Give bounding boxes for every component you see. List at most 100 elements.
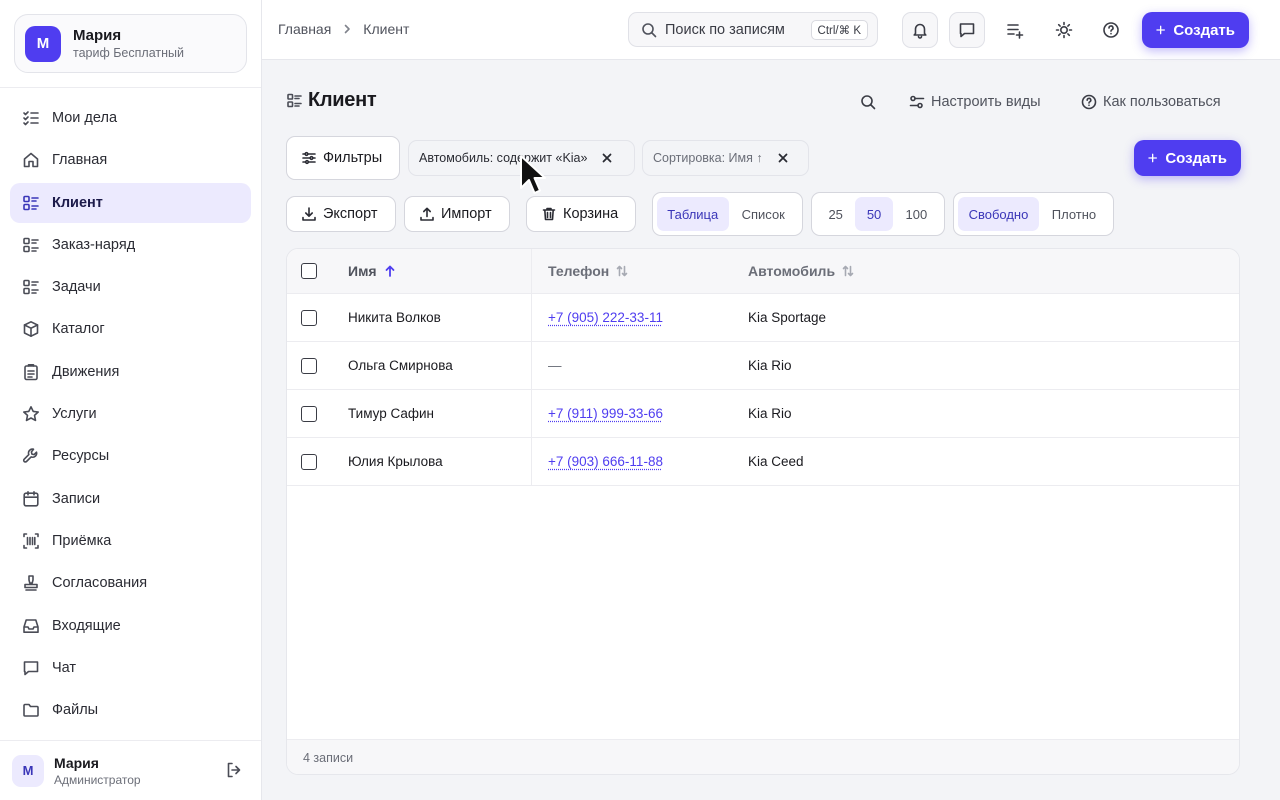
clipboard-icon — [24, 363, 38, 381]
create-record-button[interactable]: Создать — [1134, 140, 1241, 176]
sidebar-item-label: Файлы — [52, 702, 99, 719]
stamp-icon — [24, 575, 38, 592]
column-header-name[interactable]: Имя — [348, 263, 397, 279]
sidebar-item-chat[interactable]: Чат — [10, 648, 251, 688]
select-all-checkbox[interactable] — [301, 263, 317, 279]
sort-ascending-icon — [385, 265, 394, 277]
import-label: Импорт — [441, 206, 492, 222]
list-icon — [23, 237, 39, 253]
create-button-label: Создать — [1173, 21, 1235, 39]
page-size-25[interactable]: 25 — [816, 197, 855, 231]
table-row[interactable]: Тимур Сафин +7 (911) 999-33-66 Kia Rio — [287, 390, 1239, 438]
close-icon[interactable] — [601, 152, 613, 164]
column-header-phone[interactable]: Телефон — [548, 263, 629, 279]
export-label: Экспорт — [323, 206, 378, 222]
view-mode-table[interactable]: Таблица — [657, 197, 729, 231]
help-icon — [1103, 22, 1119, 38]
messages-button[interactable] — [949, 12, 985, 48]
how-to-use-label: Как пользоваться — [1103, 94, 1221, 110]
row-checkbox[interactable] — [301, 454, 317, 470]
notifications-button[interactable] — [902, 12, 938, 48]
sidebar-item-catalog[interactable]: Каталог — [10, 309, 251, 349]
trash-button[interactable]: Корзина — [526, 196, 636, 232]
avatar[interactable]: М — [12, 754, 44, 787]
sort-chip[interactable]: Сортировка: Имя ↑ — [642, 140, 809, 176]
import-button[interactable]: Импорт — [404, 196, 510, 232]
table-row[interactable]: Ольга Смирнова — Kia Rio — [287, 342, 1239, 390]
table-footer: 4 записи — [287, 739, 1239, 774]
help-button[interactable] — [1093, 12, 1129, 48]
search-input[interactable] — [665, 21, 797, 38]
sidebar-item-inbox[interactable]: Входящие — [10, 606, 251, 646]
table-row[interactable]: Юлия Крылова +7 (903) 666-11-88 Kia Ceed — [287, 438, 1239, 486]
cell-phone-link[interactable]: +7 (905) 222-33-11 — [548, 310, 663, 325]
global-search[interactable]: Ctrl/⌘ K — [628, 12, 878, 47]
sidebar-item-resources[interactable]: Ресурсы — [10, 436, 251, 476]
sidebar-item-work-order[interactable]: Заказ-наряд — [10, 225, 251, 265]
sidebar-item-tasks[interactable]: Задачи — [10, 267, 251, 307]
sidebar-item-movements[interactable]: Движения — [10, 352, 251, 392]
row-checkbox[interactable] — [301, 406, 317, 422]
sidebar-item-services[interactable]: Услуги — [10, 394, 251, 434]
row-checkbox[interactable] — [301, 358, 317, 374]
table-row[interactable]: Никита Волков +7 (905) 222-33-11 Kia Spo… — [287, 294, 1239, 342]
sidebar-item-label: Входящие — [52, 617, 121, 634]
create-button[interactable]: Создать — [1142, 12, 1249, 48]
chat-icon — [23, 661, 39, 676]
breadcrumb-home[interactable]: Главная — [278, 21, 331, 37]
cell-phone-empty: — — [548, 358, 562, 373]
workspace-avatar: М — [25, 25, 61, 62]
page-search-button[interactable] — [860, 90, 876, 114]
cell-phone-link[interactable]: +7 (911) 999-33-66 — [548, 406, 663, 421]
cell-name: Тимур Сафин — [348, 406, 434, 421]
sidebar-item-appointments[interactable]: Записи — [10, 479, 251, 519]
home-icon — [23, 152, 39, 168]
sidebar-item-label: Главная — [52, 152, 108, 169]
sidebar-item-reception[interactable]: Приёмка — [10, 521, 251, 561]
help-icon — [1081, 94, 1097, 110]
filters-button-label: Фильтры — [323, 150, 383, 166]
list-icon — [23, 279, 39, 295]
workspace-switcher[interactable]: М Мария тариф Бесплатный — [14, 14, 247, 73]
sort-chip-label: Сортировка: Имя ↑ — [653, 151, 763, 165]
page-size-50[interactable]: 50 — [855, 197, 893, 231]
sidebar-item-client[interactable]: Клиент — [10, 182, 251, 223]
sidebar-item-home[interactable]: Главная — [10, 140, 251, 180]
page-size-100[interactable]: 100 — [893, 197, 940, 231]
row-checkbox[interactable] — [301, 310, 317, 326]
cell-car: Kia Sportage — [748, 310, 827, 325]
view-mode-list[interactable]: Список — [729, 197, 799, 231]
density-comfortable[interactable]: Свободно — [958, 197, 1039, 231]
how-to-use-button[interactable]: Как пользоваться — [1081, 90, 1221, 114]
client-table: Имя Телефон Автомобиль Никита Волков +7 … — [286, 248, 1240, 775]
configure-views-button[interactable]: Настроить виды — [909, 90, 1041, 114]
breadcrumb: Главная Клиент — [278, 21, 409, 37]
cell-phone-link[interactable]: +7 (903) 666-11-88 — [548, 454, 663, 469]
trash-icon — [542, 207, 556, 221]
sidebar-item-my-tasks[interactable]: Мои дела — [10, 98, 251, 138]
sidebar-item-label: Ресурсы — [52, 448, 110, 465]
sidebar: М Мария тариф Бесплатный Мои дела Главна… — [0, 0, 262, 800]
chat-icon — [959, 23, 975, 38]
user-name: Мария — [54, 754, 99, 771]
theme-toggle[interactable] — [1046, 12, 1082, 48]
record-count: 4 записи — [303, 751, 354, 765]
sidebar-item-approvals[interactable]: Согласования — [10, 563, 251, 603]
close-icon[interactable] — [777, 152, 789, 164]
sidebar-nav: Мои дела Главная Клиент Заказ-наряд Зада… — [10, 98, 251, 732]
density-compact[interactable]: Плотно — [1039, 197, 1109, 231]
column-header-car[interactable]: Автомобиль — [748, 263, 855, 279]
barcode-icon — [23, 533, 39, 549]
export-button[interactable]: Экспорт — [286, 196, 396, 232]
density-toggle: Свободно Плотно — [953, 192, 1114, 236]
column-header-label: Телефон — [548, 263, 610, 279]
sliders-icon — [909, 95, 925, 109]
filter-chip-label: Автомобиль: содержит «Kia» — [419, 151, 588, 165]
quick-add-task-button[interactable] — [997, 12, 1033, 48]
list-add-icon — [1007, 24, 1024, 39]
view-mode-toggle: Таблица Список — [652, 192, 803, 236]
mouse-cursor-icon — [520, 155, 546, 194]
sidebar-item-files[interactable]: Файлы — [10, 690, 251, 730]
logout-icon[interactable] — [225, 761, 243, 779]
filters-button[interactable]: Фильтры — [286, 136, 400, 180]
